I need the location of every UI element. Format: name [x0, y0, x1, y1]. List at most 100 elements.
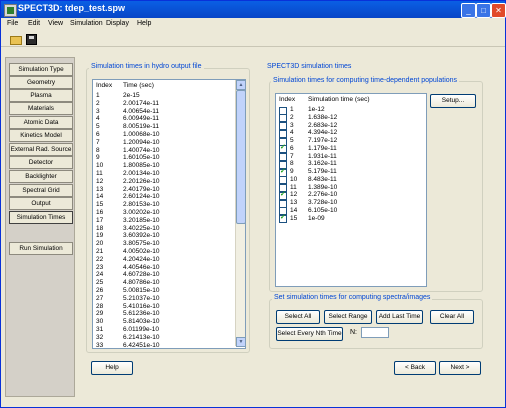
add-last-time-button[interactable]: Add Last Time — [376, 310, 423, 324]
hydro-row-time: 2.00134e-10 — [123, 170, 160, 177]
hydro-row-index: 33 — [96, 341, 104, 349]
hydro-row-index: 15 — [96, 201, 104, 209]
next-button[interactable]: Next > — [439, 361, 481, 375]
population-panel-title: Simulation times for computing time-depe… — [271, 77, 460, 84]
hydro-row-time: 2.00174e-11 — [123, 99, 160, 107]
hydro-row-index: 19 — [96, 232, 104, 240]
sim-row-index: 4 — [290, 129, 294, 137]
menu-view[interactable]: View — [48, 20, 63, 27]
hydro-row-index: 14 — [96, 193, 104, 201]
main-window: SPECT3D: tdep_test.spw _ □ ✕ File Edit V… — [0, 0, 506, 408]
sim-row-index: 7 — [290, 152, 294, 160]
clear-all-button[interactable]: Clear All — [430, 310, 474, 324]
save-disk-icon[interactable] — [25, 33, 37, 45]
hydro-row-index: 24 — [96, 271, 104, 279]
simulation-times-list[interactable]: Index Simulation time (sec) 1 1e-12 2 1.638… — [275, 93, 427, 287]
hydro-scrollbar[interactable]: ▲ ▼ — [235, 80, 245, 347]
hydro-row-index: 7 — [96, 138, 100, 146]
hydro-row-time: 5.00815e-10 — [123, 287, 160, 294]
hydro-row-time: 4.80786e-10 — [123, 279, 160, 287]
hydro-row-index: 8 — [96, 146, 100, 154]
spectra-panel-title: Set simulation times for computing spect… — [272, 294, 433, 301]
nav-spectral-grid[interactable]: Spectral Grid — [9, 184, 73, 197]
run-simulation-button[interactable]: Run Simulation — [9, 242, 73, 255]
sim-row-time: 8.483e-11 — [308, 175, 337, 183]
hydro-row-time: 3.40225e-10 — [123, 224, 160, 232]
sim-row-index: 12 — [290, 191, 298, 199]
nav-materials[interactable]: Materials — [9, 102, 73, 115]
nav-geometry[interactable]: Geometry — [9, 76, 73, 89]
hydro-row-time: 6.00949e-11 — [123, 115, 160, 123]
scroll-thumb[interactable] — [236, 90, 245, 224]
hydro-row-index: 1 — [96, 92, 100, 99]
sim-row-index: 6 — [290, 144, 294, 152]
nav-simulation-times[interactable]: Simulation Times — [9, 211, 73, 224]
hydro-row-index: 13 — [96, 185, 104, 193]
setup-button[interactable]: Setup... — [430, 94, 476, 108]
hydro-row-index: 28 — [96, 302, 104, 310]
hydro-row-time: 6.42451e-10 — [123, 341, 160, 349]
hydro-row-time: 4.00654e-11 — [123, 107, 160, 115]
nav-atomic-data[interactable]: Atomic Data — [9, 116, 73, 129]
hydro-row-time: 5.81403e-10 — [123, 318, 160, 326]
toolbar — [1, 32, 505, 47]
nav-simulation-type[interactable]: Simulation Type — [9, 63, 73, 76]
hydro-row-time: 6.01199e-10 — [123, 326, 160, 333]
hydro-row-index: 6 — [96, 131, 100, 138]
hydro-row-time: 1.60105e-10 — [123, 154, 160, 162]
menu-help[interactable]: Help — [137, 20, 151, 27]
nav-plasma[interactable]: Plasma — [9, 89, 73, 102]
maximize-button[interactable]: □ — [476, 3, 491, 18]
menu-edit[interactable]: Edit — [28, 20, 40, 27]
nav-backlighter[interactable]: Backlighter — [9, 170, 73, 183]
hydro-row-index: 16 — [96, 209, 104, 216]
scroll-up-arrow-icon[interactable]: ▲ — [236, 80, 245, 90]
select-all-button[interactable]: Select All — [276, 310, 320, 324]
scroll-down-arrow-icon[interactable]: ▼ — [236, 337, 245, 347]
sim-row-index: 14 — [290, 206, 298, 214]
nav-external-rad-source[interactable]: External Rad. Source — [9, 143, 73, 156]
hydro-row-index: 17 — [96, 216, 104, 224]
hydro-row-time: 2.40179e-10 — [123, 185, 160, 193]
open-folder-icon[interactable] — [9, 33, 22, 45]
sim-row-index: 9 — [290, 168, 294, 175]
menu-file[interactable]: File — [7, 20, 18, 27]
sim-row-index: 13 — [290, 199, 298, 206]
spect-panel-title: SPECT3D simulation times — [265, 63, 354, 70]
hydro-row-index: 11 — [96, 170, 103, 177]
nav-detector[interactable]: Detector — [9, 156, 73, 169]
hydro-row-index: 25 — [96, 279, 104, 287]
help-button[interactable]: Help — [91, 361, 133, 375]
sim-row-time: 2.276e-10 — [308, 191, 338, 199]
hydro-row-time: 5.41016e-10 — [123, 302, 160, 310]
sim-row-index: 15 — [290, 214, 298, 222]
nav-output[interactable]: Output — [9, 197, 73, 210]
hydro-row-time: 1.80085e-10 — [123, 162, 160, 170]
sim-row-index: 3 — [290, 121, 294, 129]
sim-row-time: 5.179e-11 — [308, 168, 337, 175]
hydro-row-time: 3.00202e-10 — [123, 209, 160, 216]
sim-row-index: 1 — [290, 106, 294, 113]
close-button[interactable]: ✕ — [491, 3, 506, 18]
minimize-button[interactable]: _ — [461, 3, 476, 18]
menu-simulation[interactable]: Simulation — [70, 20, 103, 27]
hydro-row-time: 1.20094e-10 — [123, 138, 160, 146]
row-checkbox[interactable] — [279, 213, 287, 223]
nav-kinetics-model[interactable]: Kinetics Model — [9, 129, 73, 142]
select-every-nth-button[interactable]: Select Every Nth Time — [276, 327, 343, 341]
hydro-row-time: 4.60728e-10 — [123, 271, 160, 279]
sim-row-time: 6.105e-10 — [308, 206, 338, 214]
hydro-times-list[interactable]: Index Time (sec) 1 2e-15 2 2.00174e-11 3 4.00… — [92, 79, 246, 349]
back-button[interactable]: < Back — [394, 361, 436, 375]
n-input[interactable] — [361, 327, 389, 338]
hydro-row-index: 3 — [96, 107, 100, 115]
n-label: N: — [350, 329, 357, 336]
hydro-row-index: 29 — [96, 310, 104, 318]
hydro-row-time: 6.21413e-10 — [123, 333, 160, 341]
select-range-button[interactable]: Select Range — [324, 310, 372, 324]
hydro-row-time: 5.61236e-10 — [123, 310, 160, 318]
hydro-row-index: 10 — [96, 162, 104, 170]
menu-display[interactable]: Display — [106, 20, 129, 27]
hydro-row-time: 5.21037e-10 — [123, 294, 160, 302]
sim-row-time: 3.728e-10 — [308, 199, 338, 206]
